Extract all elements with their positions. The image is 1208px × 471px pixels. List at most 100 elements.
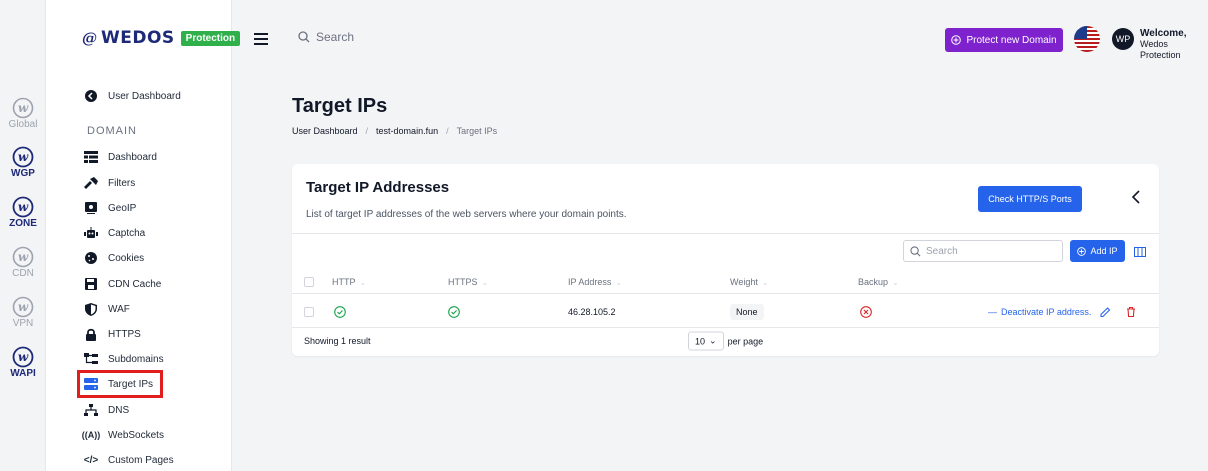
search-icon bbox=[298, 31, 310, 43]
column-label: HTTP bbox=[332, 277, 356, 287]
sidebar-item-waf[interactable]: WAF bbox=[84, 299, 130, 319]
weight-value: None bbox=[730, 304, 764, 320]
sort-icon: ⌄ bbox=[615, 277, 623, 287]
sidebar-item-cdn-cache[interactable]: CDN Cache bbox=[84, 274, 161, 294]
search-placeholder: Search bbox=[316, 30, 355, 44]
product-rail: w Global w WGP w ZONE w CDN w VPN w WAPI bbox=[0, 0, 46, 471]
wedos-logo-icon: w bbox=[12, 246, 34, 268]
add-ip-button[interactable]: Add IP bbox=[1070, 240, 1125, 262]
sidebar-item-label: Custom Pages bbox=[108, 454, 174, 466]
rail-item-global[interactable]: w Global bbox=[0, 97, 46, 130]
sidebar-item-geoip[interactable]: GeoIP bbox=[84, 198, 136, 218]
per-page-label: per page bbox=[727, 336, 764, 346]
rail-item-wgp[interactable]: w WGP bbox=[0, 146, 46, 179]
sidebar-item-cookies[interactable]: Cookies bbox=[84, 248, 144, 268]
per-page-value: 10 bbox=[695, 336, 706, 346]
rail-item-wapi[interactable]: w WAPI bbox=[0, 346, 46, 379]
column-header-backup[interactable]: Backup ⌄ bbox=[858, 277, 899, 287]
select-all-checkbox[interactable] bbox=[304, 277, 314, 287]
svg-text:w: w bbox=[18, 300, 29, 314]
wedos-logo-icon: w bbox=[12, 146, 34, 168]
sidebar-item-custom-pages[interactable]: </> Custom Pages bbox=[84, 450, 174, 470]
welcome-line1: Welcome, bbox=[1140, 28, 1187, 39]
table-search-input[interactable]: Search bbox=[903, 240, 1063, 262]
svg-text:w: w bbox=[18, 350, 29, 364]
wedos-logo-icon: w bbox=[12, 346, 34, 368]
menu-icon[interactable] bbox=[254, 33, 268, 48]
breadcrumb-item[interactable]: test-domain.fun bbox=[376, 126, 438, 136]
section-label-domain: Domain bbox=[87, 125, 137, 137]
filter-icon bbox=[84, 176, 98, 190]
sort-icon: ⌄ bbox=[761, 277, 769, 287]
svg-text:w: w bbox=[18, 101, 29, 115]
sidebar-item-label: WAF bbox=[108, 303, 130, 315]
table-footer: Showing 1 result 10 ⌄ per page bbox=[292, 329, 1159, 353]
sort-icon: ⌄ bbox=[892, 277, 899, 287]
column-header-ip-address[interactable]: IP Address ⌄ bbox=[568, 277, 622, 287]
sidebar-item-https[interactable]: HTTPS bbox=[84, 324, 141, 344]
protect-new-domain-button[interactable]: Protect new Domain bbox=[945, 28, 1063, 52]
sidebar-item-label: Captcha bbox=[108, 227, 146, 239]
rail-label: CDN bbox=[12, 268, 34, 279]
sidebar-item-subdomains[interactable]: Subdomains bbox=[84, 349, 164, 369]
column-header-https[interactable]: HTTPS ⌄ bbox=[448, 277, 488, 287]
sidebar-item-dashboard[interactable]: Dashboard bbox=[84, 147, 157, 167]
broadcast-icon: ((A)) bbox=[81, 430, 101, 440]
delete-icon[interactable] bbox=[1126, 306, 1136, 318]
chevron-left-icon[interactable] bbox=[1131, 190, 1141, 209]
column-header-http[interactable]: HTTP ⌄ bbox=[332, 277, 366, 287]
check-ports-button[interactable]: Check HTTP/S Ports bbox=[978, 186, 1082, 212]
card-subtitle: List of target IP addresses of the web s… bbox=[306, 209, 627, 220]
deactivate-label: Deactivate IP address. bbox=[1001, 307, 1092, 317]
global-search[interactable]: Search bbox=[298, 30, 354, 44]
subdomains-icon bbox=[84, 352, 98, 366]
brand-logo[interactable]: @ WEDOS Protection bbox=[82, 28, 241, 48]
sidebar-item-label: Target IPs bbox=[108, 378, 154, 390]
backup-status-no-icon bbox=[860, 306, 872, 318]
rail-item-zone[interactable]: w ZONE bbox=[0, 196, 46, 229]
column-header-weight[interactable]: Weight ⌄ bbox=[730, 277, 769, 287]
sidebar-item-dns[interactable]: DNS bbox=[84, 400, 129, 420]
sort-icon: ⌄ bbox=[359, 277, 367, 287]
sidebar-item-label: Dashboard bbox=[108, 151, 157, 163]
sidebar-item-label: Cookies bbox=[108, 252, 145, 264]
columns-icon[interactable] bbox=[1134, 244, 1146, 262]
lock-icon bbox=[84, 327, 98, 341]
back-arrow-icon bbox=[84, 89, 98, 103]
column-label: IP Address bbox=[568, 277, 612, 287]
https-status-ok-icon bbox=[448, 306, 460, 318]
welcome-text[interactable]: Welcome, Wedos Protection bbox=[1140, 28, 1208, 61]
rail-label: WAPI bbox=[10, 368, 36, 379]
sort-icon: ⌄ bbox=[481, 277, 489, 287]
dashboard-icon bbox=[84, 150, 98, 164]
cookie-icon bbox=[84, 251, 98, 265]
geoip-icon bbox=[84, 201, 98, 215]
breadcrumb-separator: / bbox=[365, 126, 369, 136]
per-page-select[interactable]: 10 ⌄ bbox=[688, 331, 724, 351]
target-ips-card: Target IP Addresses List of target IP ad… bbox=[292, 164, 1159, 356]
sidebar-item-captcha[interactable]: Captcha bbox=[84, 223, 145, 243]
rail-item-cdn[interactable]: w CDN bbox=[0, 246, 46, 279]
rail-label: Global bbox=[8, 119, 38, 130]
row-checkbox[interactable] bbox=[304, 307, 314, 317]
breadcrumb-item[interactable]: User Dashboard bbox=[292, 126, 358, 136]
brand-mark: @ bbox=[82, 29, 97, 47]
sidebar-item-label: Subdomains bbox=[108, 353, 164, 365]
column-label: Weight bbox=[730, 277, 758, 287]
edit-icon[interactable] bbox=[1100, 307, 1111, 318]
sidebar-item-user-dashboard[interactable]: User Dashboard bbox=[84, 86, 181, 106]
deactivate-ip-link[interactable]: — Deactivate IP address. bbox=[988, 307, 1091, 317]
breadcrumb: User Dashboard / test-domain.fun / Targe… bbox=[292, 126, 497, 136]
sidebar-item-target-ips[interactable]: Target IPs bbox=[76, 370, 164, 398]
sidebar-item-filters[interactable]: Filters bbox=[84, 173, 135, 193]
welcome-line2: Wedos Protection bbox=[1140, 39, 1181, 60]
sidebar-item-label: WebSockets bbox=[108, 429, 164, 441]
per-page-control: 10 ⌄ per page bbox=[688, 331, 764, 351]
avatar[interactable]: WP bbox=[1112, 28, 1134, 50]
svg-text:w: w bbox=[18, 150, 29, 164]
language-flag-icon[interactable] bbox=[1074, 26, 1100, 52]
rail-label: VPN bbox=[12, 318, 34, 329]
robot-icon bbox=[84, 226, 98, 240]
rail-item-vpn[interactable]: w VPN bbox=[0, 296, 46, 329]
sidebar-item-websockets[interactable]: ((A)) WebSockets bbox=[81, 425, 164, 445]
